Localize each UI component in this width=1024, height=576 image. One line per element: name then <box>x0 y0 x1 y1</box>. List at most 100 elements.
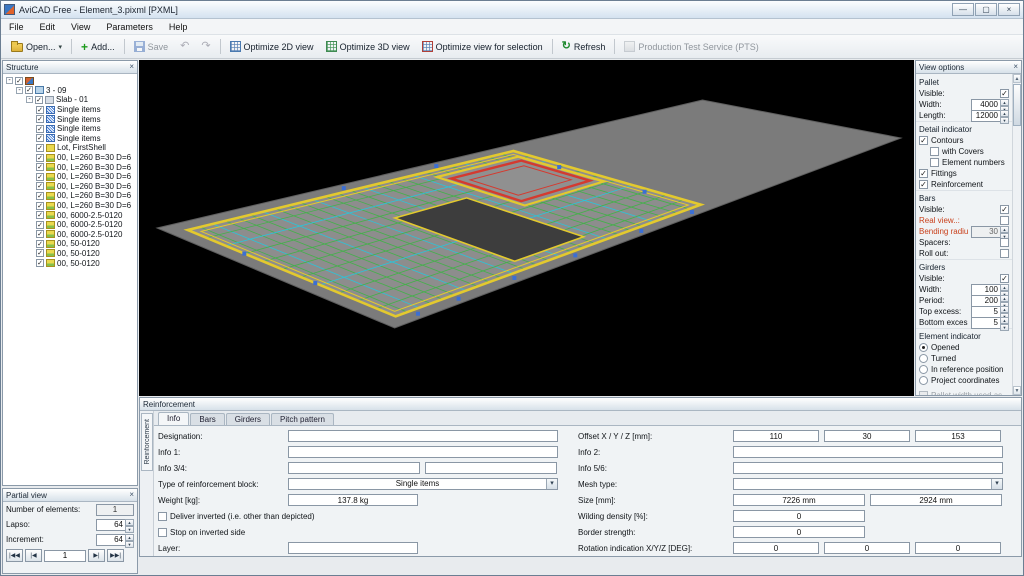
tree-item[interactable]: - <box>3 76 137 86</box>
spin-up-icon[interactable]: ▲ <box>125 519 134 526</box>
maximize-button[interactable]: ▢ <box>975 3 997 16</box>
checkbox[interactable] <box>919 180 928 189</box>
stop-on-inverted-side-checkbox[interactable] <box>158 528 167 537</box>
tab-bars[interactable]: Bars <box>190 413 224 425</box>
mesh-type-select[interactable]: ▾ <box>733 478 1003 490</box>
checkbox[interactable] <box>1000 249 1009 258</box>
tree-item[interactable]: 00, L=260 B=30 D=6 <box>3 153 137 163</box>
refresh-button[interactable]: ↻ Refresh <box>556 38 612 55</box>
spin-up-icon[interactable]: ▲ <box>1000 99 1009 106</box>
optimize-2d-view-button[interactable]: Optimize 2D view <box>224 38 320 55</box>
spinner-buttons[interactable]: ▲▼ <box>1000 226 1009 238</box>
info56-input[interactable] <box>733 462 1003 474</box>
redo-button[interactable]: ↷ <box>195 38 216 55</box>
save-button[interactable]: Save <box>128 38 175 55</box>
production-test-service-button[interactable]: Production Test Service (PTS) <box>618 38 764 55</box>
info1-input[interactable] <box>288 446 558 458</box>
weight-input[interactable] <box>288 494 418 506</box>
3d-viewport[interactable] <box>139 60 914 396</box>
tree-checkbox[interactable] <box>36 230 44 238</box>
menu-edit[interactable]: Edit <box>32 21 64 33</box>
spin-down-icon[interactable]: ▼ <box>125 526 134 533</box>
offset-x-input[interactable] <box>733 430 819 442</box>
tree-item[interactable]: 00, L=260 B=30 D=6 <box>3 182 137 192</box>
tree-item[interactable]: 00, L=260 B=30 D=6 <box>3 172 137 182</box>
tree-checkbox[interactable] <box>36 221 44 229</box>
close-icon[interactable]: × <box>1013 63 1018 71</box>
tree-item[interactable]: 00, 50-0120 <box>3 249 137 259</box>
spinner-buttons[interactable]: ▲▼ <box>125 534 134 546</box>
offset-y-input[interactable] <box>824 430 910 442</box>
element-index-input[interactable] <box>44 550 86 562</box>
nav-prev-button[interactable]: |◀ <box>25 549 42 562</box>
rotation-y-input[interactable] <box>824 542 910 554</box>
spinner-buttons[interactable]: ▲▼ <box>1000 110 1009 122</box>
tree-item[interactable]: Lot, FirstShell <box>3 143 137 153</box>
optimize-3d-view-button[interactable]: Optimize 3D view <box>320 38 416 55</box>
tree-item[interactable]: Single items <box>3 105 137 115</box>
tree-item[interactable]: 00, L=260 B=30 D=6 <box>3 191 137 201</box>
tree-item[interactable]: Single items <box>3 124 137 134</box>
tree-checkbox[interactable] <box>36 211 44 219</box>
checkbox[interactable] <box>1000 274 1009 283</box>
spin-up-icon[interactable]: ▲ <box>1000 306 1009 313</box>
nav-next-button[interactable]: ▶| <box>88 549 105 562</box>
radio-button[interactable] <box>919 354 928 363</box>
checkbox[interactable] <box>919 136 928 145</box>
tree-item[interactable]: 00, 6000-2.5-0120 <box>3 230 137 240</box>
radio-button[interactable] <box>919 365 928 374</box>
radio-button[interactable] <box>919 376 928 385</box>
scrollbar[interactable]: ▲ ▼ <box>1012 74 1021 395</box>
tree-checkbox[interactable] <box>36 249 44 257</box>
add-button[interactable]: + Add... <box>75 38 121 56</box>
menu-parameters[interactable]: Parameters <box>98 21 161 33</box>
menu-view[interactable]: View <box>63 21 98 33</box>
tree-checkbox[interactable] <box>36 240 44 248</box>
tree-item[interactable]: 00, L=260 B=30 D=6 <box>3 162 137 172</box>
info2-input[interactable] <box>733 446 1003 458</box>
tree-item[interactable]: Single items <box>3 114 137 124</box>
radio-button[interactable] <box>919 343 928 352</box>
tree-item[interactable]: Single items <box>3 134 137 144</box>
pallet-width-checkbox[interactable] <box>919 391 928 395</box>
checkbox[interactable] <box>1000 238 1009 247</box>
layer-input[interactable] <box>288 542 418 554</box>
tree-checkbox[interactable] <box>36 259 44 267</box>
info4-input[interactable] <box>425 462 557 474</box>
tree-checkbox[interactable] <box>36 173 44 181</box>
undo-button[interactable]: ↶ <box>174 38 195 55</box>
checkbox[interactable] <box>919 169 928 178</box>
tab-info[interactable]: Info <box>158 412 189 425</box>
spin-up-icon[interactable]: ▲ <box>1000 284 1009 291</box>
value-input[interactable] <box>96 519 125 531</box>
welding-density-input[interactable] <box>733 510 865 522</box>
size-width-input[interactable] <box>733 494 865 506</box>
spin-up-icon[interactable]: ▲ <box>1000 226 1009 233</box>
reinforcement-side-tab[interactable]: Reinforcement <box>141 413 153 471</box>
optimize-view-for-selection-button[interactable]: Optimize view for selection <box>416 38 549 55</box>
scroll-down-icon[interactable]: ▼ <box>1013 386 1021 395</box>
block-type-select[interactable]: Single items ▾ <box>288 478 558 490</box>
spin-up-icon[interactable]: ▲ <box>1000 110 1009 117</box>
tree-checkbox[interactable] <box>36 125 44 133</box>
tree-expander[interactable]: - <box>26 96 33 103</box>
border-strength-input[interactable] <box>733 526 865 538</box>
tab-pitch-pattern[interactable]: Pitch pattern <box>271 413 334 425</box>
tab-girders[interactable]: Girders <box>226 413 270 425</box>
menu-file[interactable]: File <box>1 21 32 33</box>
value-input[interactable] <box>971 226 1000 238</box>
tree-checkbox[interactable] <box>36 202 44 210</box>
value-input[interactable] <box>96 534 125 546</box>
tree-checkbox[interactable] <box>36 134 44 142</box>
rotation-z-input[interactable] <box>915 542 1001 554</box>
tree-expander[interactable]: - <box>16 87 23 94</box>
offset-z-input[interactable] <box>915 430 1001 442</box>
spin-down-icon[interactable]: ▼ <box>1000 117 1009 124</box>
tree-checkbox[interactable] <box>36 192 44 200</box>
spinner-buttons[interactable]: ▲▼ <box>1000 317 1009 329</box>
close-icon[interactable]: × <box>129 63 134 71</box>
tree-item[interactable]: 00, 50-0120 <box>3 239 137 249</box>
tree-item[interactable]: -Slab - 01 <box>3 95 137 105</box>
checkbox[interactable] <box>1000 205 1009 214</box>
scroll-thumb[interactable] <box>1013 84 1021 126</box>
